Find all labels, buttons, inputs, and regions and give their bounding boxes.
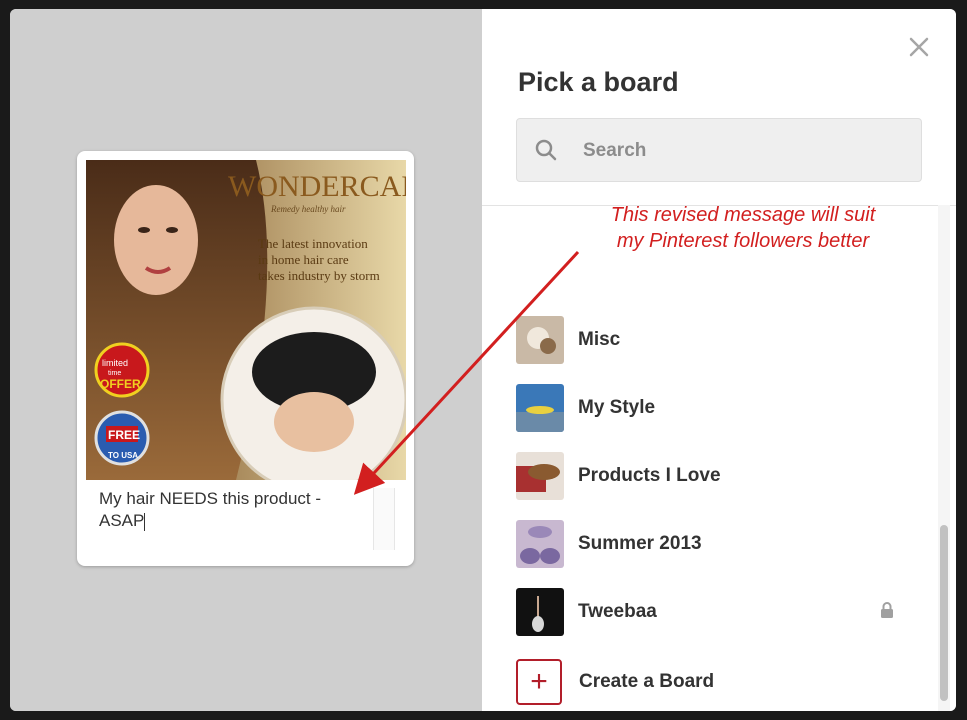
board-thumbnail bbox=[516, 384, 564, 432]
close-icon bbox=[909, 37, 929, 57]
ad-headline-3: takes industry by storm bbox=[258, 268, 380, 283]
board-item-my-style[interactable]: My Style bbox=[516, 383, 896, 433]
badge-offer-1: limited bbox=[102, 358, 128, 368]
badge-shipping-2: TO USA bbox=[108, 451, 138, 460]
wondercap-ad-image: WONDERCAP Remedy healthy hair The latest… bbox=[86, 160, 406, 480]
board-item-summer-2013[interactable]: Summer 2013 bbox=[516, 519, 896, 569]
board-label: My Style bbox=[578, 397, 656, 418]
search-icon bbox=[535, 139, 557, 161]
text-cursor bbox=[144, 512, 146, 531]
badge-offer-3: OFFER bbox=[100, 377, 141, 391]
board-label: Summer 2013 bbox=[578, 533, 702, 554]
annotation-text: This revised message will suit my Pinter… bbox=[578, 202, 908, 254]
annotation-line-2: my Pinterest followers better bbox=[616, 230, 870, 252]
create-board-button[interactable]: + Create a Board bbox=[516, 657, 896, 707]
board-label: Products I Love bbox=[578, 465, 721, 486]
board-label: Tweebaa bbox=[578, 601, 657, 622]
board-label: Misc bbox=[578, 329, 621, 350]
plus-icon: + bbox=[516, 659, 562, 705]
badge-shipping-1: FREE bbox=[108, 428, 140, 442]
pin-card: WONDERCAP Remedy healthy hair The latest… bbox=[77, 151, 414, 566]
ad-brand-tagline: Remedy healthy hair bbox=[270, 204, 346, 214]
pin-image: WONDERCAP Remedy healthy hair The latest… bbox=[86, 160, 406, 480]
pin-description-input[interactable]: My hair NEEDS this product - ASAP bbox=[99, 488, 359, 532]
scrollbar-thumb[interactable] bbox=[940, 525, 948, 701]
board-list-scrollbar[interactable] bbox=[938, 205, 950, 711]
board-list: Misc My Style Products I Love Summer 201… bbox=[482, 205, 956, 711]
ad-headline-2: in home hair care bbox=[258, 252, 349, 267]
pick-board-modal: WONDERCAP Remedy healthy hair The latest… bbox=[10, 9, 956, 711]
pin-description-text: My hair NEEDS this product - ASAP bbox=[99, 489, 322, 530]
board-item-products-i-love[interactable]: Products I Love bbox=[516, 451, 896, 501]
lock-icon bbox=[881, 602, 893, 618]
board-thumbnail bbox=[516, 452, 564, 500]
pin-preview-pane: WONDERCAP Remedy healthy hair The latest… bbox=[10, 9, 482, 711]
description-scrollbar[interactable] bbox=[373, 488, 395, 550]
board-thumbnail bbox=[516, 588, 564, 636]
badge-offer-2: time bbox=[108, 370, 121, 377]
board-picker-pane: Pick a board Misc My Style bbox=[482, 9, 956, 711]
annotation-line-1: This revised message will suit bbox=[610, 204, 876, 226]
close-button[interactable] bbox=[908, 36, 930, 58]
board-item-tweebaa[interactable]: Tweebaa bbox=[516, 587, 896, 637]
modal-title: Pick a board bbox=[518, 67, 679, 97]
board-thumbnail bbox=[516, 316, 564, 364]
board-search[interactable] bbox=[516, 118, 922, 183]
board-item-misc[interactable]: Misc bbox=[516, 315, 896, 365]
board-thumbnail bbox=[516, 520, 564, 568]
search-input[interactable] bbox=[581, 119, 905, 183]
ad-headline-1: The latest innovation bbox=[258, 236, 368, 251]
ad-brand-text: WONDERCAP bbox=[228, 170, 406, 203]
create-board-label: Create a Board bbox=[579, 671, 715, 692]
